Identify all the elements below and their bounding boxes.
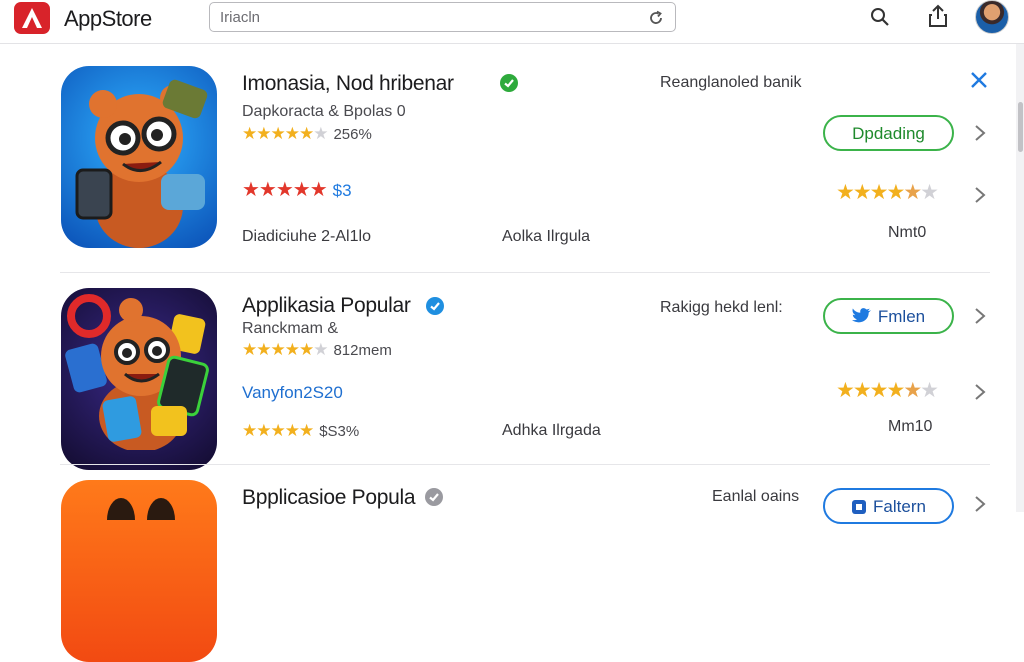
- follow-button[interactable]: Faltern: [823, 488, 954, 524]
- bird-icon: [851, 308, 872, 323]
- app-price: Vanyfon2S20: [242, 383, 343, 402]
- chevron-right-icon[interactable]: [972, 382, 988, 407]
- follow-button-label: Faltern: [873, 497, 926, 516]
- app-icon[interactable]: [61, 480, 217, 662]
- chevron-right-icon[interactable]: [972, 306, 988, 331]
- rating-stars: ★★★★★★ 812mem: [242, 340, 392, 359]
- divider: [60, 272, 990, 273]
- verified-badge-icon: [426, 297, 444, 315]
- app-title[interactable]: Bpplicasioe Popula: [242, 486, 416, 510]
- app-title[interactable]: Applikasia Popular: [242, 294, 411, 318]
- follow-button-label: Fmlen: [877, 307, 926, 326]
- right-rating-stars: ★★★★★★: [836, 379, 939, 402]
- chevron-right-icon[interactable]: [972, 494, 988, 519]
- verified-badge-icon: [425, 488, 443, 506]
- rank-label: Rakigg hekd lenl:: [660, 299, 783, 316]
- scrollbar[interactable]: [1016, 44, 1024, 512]
- app-card[interactable]: Bpplicasioe Popula Eanlal oains Faltern: [0, 0, 1010, 662]
- app-badge-icon: [852, 500, 867, 514]
- rating-count: 812mem: [333, 342, 392, 359]
- app-developer: Diadiciuhe 2-Al1lo: [242, 228, 371, 245]
- app-icon[interactable]: [61, 288, 217, 470]
- scrollbar-thumb[interactable]: [1018, 102, 1023, 152]
- divider: [60, 464, 990, 465]
- app-category: Aolka Ilrgula: [502, 228, 591, 245]
- rating-extra: $S3%: [319, 423, 360, 440]
- follow-button[interactable]: Fmlen: [823, 298, 954, 334]
- app-size: Mm10: [888, 418, 933, 435]
- app-category: Adhka Ilrgada: [502, 422, 601, 439]
- rank-label: Eanlal oains: [712, 488, 800, 505]
- app-size: Nmt0: [888, 224, 927, 241]
- app-subtitle: Ranckmam &: [242, 320, 339, 337]
- rating-stars: ★★★★★ $S3%: [242, 421, 360, 440]
